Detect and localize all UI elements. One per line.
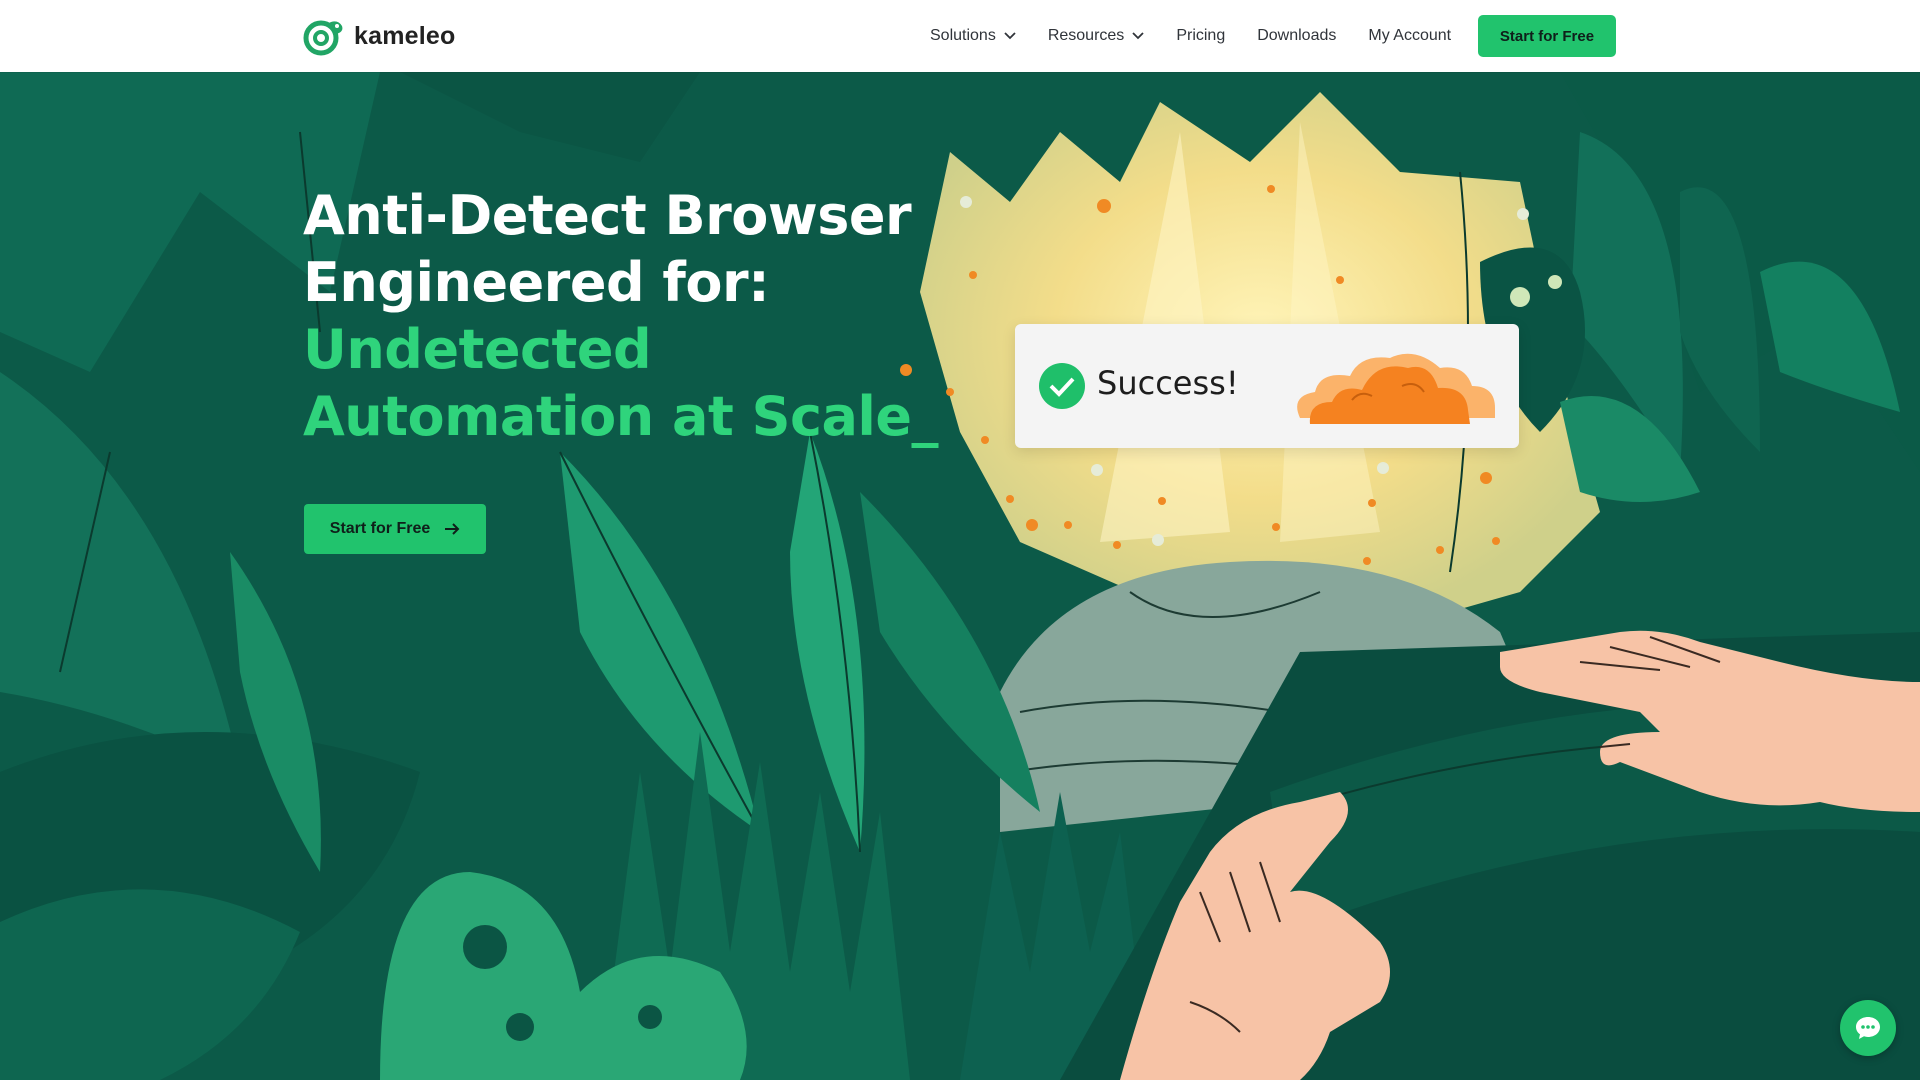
success-card: Success! [1015, 324, 1519, 448]
main-nav: Solutions Resources Pricing Downloads My… [930, 0, 1451, 72]
nav-item-pricing[interactable]: Pricing [1176, 27, 1225, 45]
nav-item-resources[interactable]: Resources [1048, 27, 1144, 45]
chameleon-logo-icon [303, 20, 343, 56]
nav-item-solutions[interactable]: Solutions [930, 27, 1016, 45]
arrow-right-icon [445, 523, 460, 535]
header-start-free-button[interactable]: Start for Free [1478, 15, 1616, 57]
nav-item-label: Resources [1047, 27, 1125, 44]
chat-widget-button[interactable] [1840, 1000, 1896, 1056]
brand-name: kameleo [354, 21, 456, 50]
headline-highlight-2: Automation at Scale_ [303, 385, 939, 448]
hero-cta-label: Start for Free [329, 520, 431, 537]
chevron-down-icon [1004, 32, 1016, 40]
nav-item-label: Solutions [930, 27, 996, 44]
cloud-icon [1297, 353, 1495, 424]
hero-start-free-button[interactable]: Start for Free [304, 504, 486, 554]
nav-item-label: Downloads [1257, 27, 1337, 44]
hero-headline: Anti-Detect Browser Engineered for: Unde… [303, 182, 943, 450]
success-text: Success! [1097, 364, 1239, 402]
site-header: kameleo Solutions Resources Pricing Down… [0, 0, 1920, 72]
headline-line-1: Anti-Detect Browser [303, 184, 912, 247]
chat-icon [1856, 1017, 1880, 1039]
check-circle-icon [1039, 363, 1085, 409]
headline-line-2: Engineered for: [303, 251, 770, 314]
nav-item-downloads[interactable]: Downloads [1257, 27, 1336, 45]
brand-logo[interactable]: kameleo [302, 16, 455, 56]
headline-highlight-1: Undetected [303, 318, 652, 381]
nav-item-my-account[interactable]: My Account [1368, 27, 1451, 45]
nav-item-label: Pricing [1176, 27, 1226, 44]
nav-item-label: My Account [1368, 27, 1452, 44]
hero-section: Anti-Detect Browser Engineered for: Unde… [0, 72, 1920, 1080]
chevron-down-icon [1132, 32, 1144, 40]
jungle-illustration [0, 72, 1920, 1080]
